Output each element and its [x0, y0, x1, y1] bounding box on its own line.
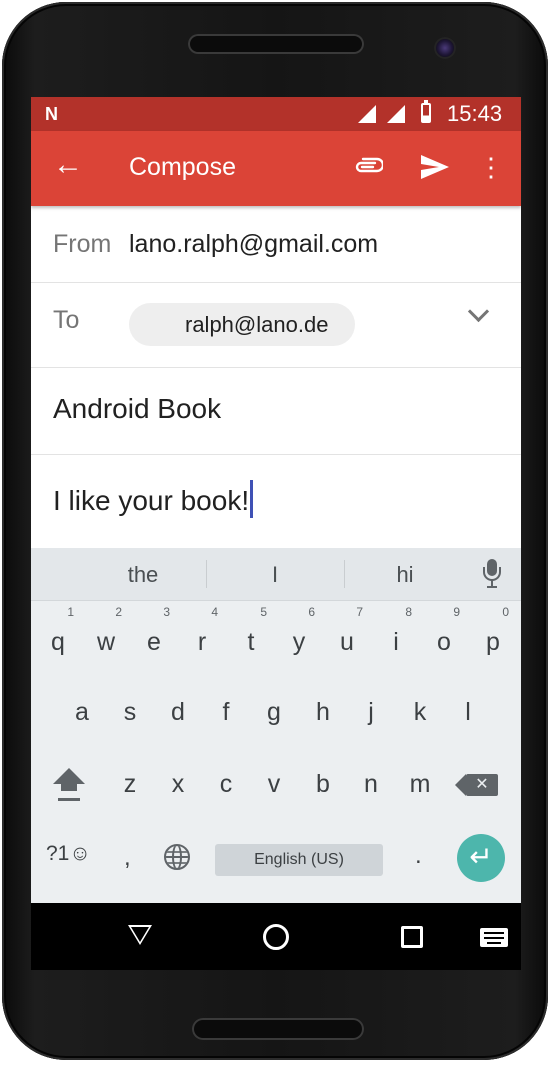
status-time: 15:43 [447, 101, 503, 126]
key-o[interactable]: o9 [422, 606, 466, 670]
key-r[interactable]: r4 [180, 606, 224, 670]
key-c[interactable]: c [204, 756, 248, 812]
subject-field[interactable]: Android Book [31, 368, 521, 455]
text-cursor [250, 480, 254, 518]
top-speaker [188, 34, 364, 54]
bottom-speaker [192, 1018, 364, 1040]
front-camera [434, 37, 456, 59]
paperclip-icon [355, 157, 385, 173]
suggestion-2[interactable]: I [243, 562, 307, 588]
key-h[interactable]: h [301, 684, 345, 740]
from-label: From [53, 230, 112, 258]
key-v[interactable]: v [252, 756, 296, 812]
send-button[interactable] [415, 149, 455, 185]
key-f[interactable]: f [204, 684, 248, 740]
globe-icon[interactable] [164, 844, 190, 870]
screen: N 15:43 ← Compose ⋮ From lano.ralph@gmai… [31, 97, 521, 970]
subject-input[interactable]: Android Book [53, 393, 221, 425]
status-bar: N 15:43 [31, 97, 521, 131]
comma-key[interactable]: , [124, 844, 131, 872]
suggestion-divider [206, 560, 207, 588]
space-key[interactable]: English (US) [215, 844, 383, 876]
key-x[interactable]: x [156, 756, 200, 812]
period-key[interactable]: . [415, 842, 422, 870]
key-t[interactable]: t5 [229, 606, 273, 670]
nav-home-icon[interactable] [263, 924, 289, 950]
microphone-icon[interactable] [483, 559, 501, 589]
key-k[interactable]: k [398, 684, 442, 740]
navigation-bar [31, 903, 521, 970]
key-b[interactable]: b [301, 756, 345, 812]
from-field[interactable]: From lano.ralph@gmail.com [31, 206, 521, 283]
key-p[interactable]: p0 [471, 606, 515, 670]
body-input[interactable]: I like your book! [53, 480, 254, 518]
attach-button[interactable] [351, 149, 385, 185]
send-icon [421, 155, 449, 179]
chevron-down-icon[interactable] [467, 300, 490, 323]
suggestion-1[interactable]: the [111, 562, 175, 588]
signal-icon [358, 105, 376, 123]
recipient-chip[interactable]: ralph@lano.de [129, 303, 355, 346]
nav-recents-icon[interactable] [401, 926, 423, 948]
key-m[interactable]: m [398, 756, 442, 812]
key-z[interactable]: z [108, 756, 152, 812]
suggestion-bar: the I hi [31, 548, 521, 601]
enter-key[interactable]: ↵ [457, 834, 505, 882]
soft-keyboard: the I hi q1 w2 e3 r4 t5 y6 u7 i8 o9 p0 a… [31, 548, 521, 903]
to-label: To [53, 306, 80, 334]
key-q[interactable]: q1 [36, 606, 80, 670]
keyboard-switch-icon[interactable] [480, 928, 508, 947]
body-text: I like your book! [53, 485, 250, 516]
shift-key[interactable] [52, 768, 86, 804]
key-j[interactable]: j [349, 684, 393, 740]
recipient-chip-label: ralph@lano.de [185, 312, 329, 337]
notification-icon: N [45, 104, 58, 124]
key-u[interactable]: u7 [325, 606, 369, 670]
key-i[interactable]: i8 [374, 606, 418, 670]
battery-icon [421, 100, 431, 123]
suggestion-divider [344, 560, 345, 588]
page-title: Compose [129, 153, 236, 181]
symbols-key[interactable]: ?1☺ [46, 842, 91, 866]
back-arrow-icon[interactable]: ← [53, 149, 83, 181]
key-w[interactable]: w2 [84, 606, 128, 670]
key-l[interactable]: l [446, 684, 490, 740]
nav-back-icon[interactable] [128, 925, 152, 945]
more-options-icon[interactable]: ⋮ [478, 149, 504, 185]
key-g[interactable]: g [252, 684, 296, 740]
from-value[interactable]: lano.ralph@gmail.com [129, 230, 378, 259]
backspace-key[interactable]: ✕ [455, 774, 498, 796]
key-a[interactable]: a [60, 684, 104, 740]
key-e[interactable]: e3 [132, 606, 176, 670]
suggestion-3[interactable]: hi [373, 562, 437, 588]
key-d[interactable]: d [156, 684, 200, 740]
key-n[interactable]: n [349, 756, 393, 812]
key-s[interactable]: s [108, 684, 152, 740]
to-field[interactable]: To ralph@lano.de [31, 282, 521, 368]
wifi-signal-icon [387, 105, 405, 123]
key-y[interactable]: y6 [277, 606, 321, 670]
app-bar: ← Compose ⋮ [31, 131, 521, 206]
